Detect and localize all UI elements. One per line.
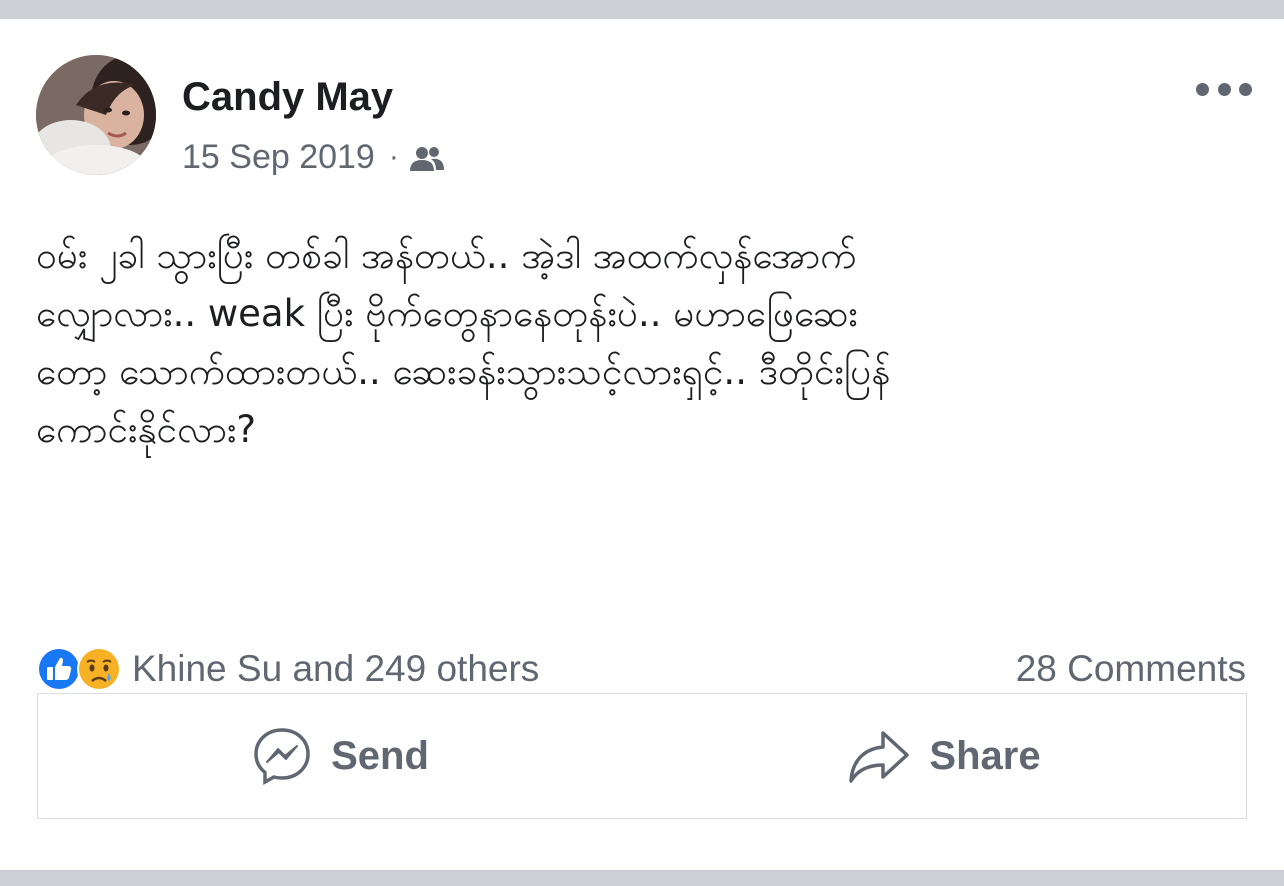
- author-name[interactable]: Candy May: [182, 75, 393, 120]
- messenger-icon: [254, 728, 310, 785]
- post-text-line: လျှောလား.. weak ပြီး ဗိုက်တွေနာနေတုန်းပဲ…: [36, 292, 858, 335]
- post-text-line: ကောင်းနိုင်လား?: [36, 408, 256, 451]
- comments-count[interactable]: 28 Comments: [1016, 645, 1246, 693]
- more-options-icon[interactable]: [1196, 77, 1252, 101]
- sad-icon: [77, 647, 121, 691]
- share-label: Share: [929, 733, 1041, 778]
- post-meta: 15 Sep 2019 ·: [182, 137, 445, 177]
- send-button[interactable]: Send: [38, 694, 642, 818]
- avatar[interactable]: [36, 55, 156, 175]
- send-label: Send: [331, 733, 429, 778]
- meta-separator: ·: [388, 140, 399, 173]
- share-button[interactable]: Share: [642, 694, 1246, 818]
- post-text: ဝမ်း ၂ခါ သွားပြီး တစ်ခါ အန်တယ်.. အဲ့ဒါ အ…: [36, 227, 1256, 459]
- friends-icon[interactable]: [409, 143, 445, 171]
- reactions-summary[interactable]: Khine Su and 249 others: [36, 645, 539, 693]
- action-bar: Send Share: [37, 693, 1247, 819]
- share-arrow-icon: [849, 731, 910, 783]
- post-text-line: တော့ သောက်ထားတယ်.. ဆေးခန်းသွားသင့်လားရှင…: [36, 350, 891, 393]
- post-text-line: ဝမ်း ၂ခါ သွားပြီး တစ်ခါ အန်တယ်.. အဲ့ဒါ အ…: [36, 234, 857, 277]
- reactors-text[interactable]: Khine Su and 249 others: [132, 648, 539, 690]
- post-card: Candy May 15 Sep 2019 · ဝမ်း ၂ခါ သွားပြီ…: [0, 19, 1284, 870]
- post-date[interactable]: 15 Sep 2019: [182, 138, 375, 177]
